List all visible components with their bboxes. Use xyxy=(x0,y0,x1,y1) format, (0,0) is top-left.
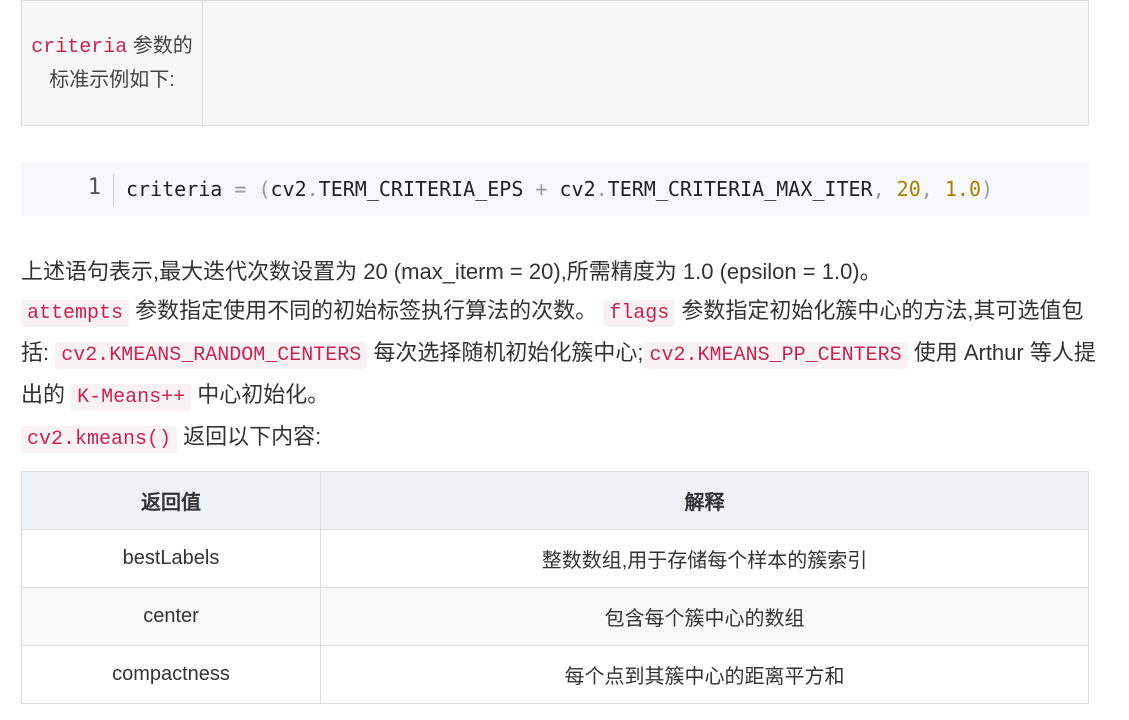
para-text: 参数指定使用不同的初始标签执行算法的次数。 xyxy=(129,298,598,323)
params-cell-empty xyxy=(202,0,1089,126)
table-row: compactness 每个点到其簇中心的距离平方和 xyxy=(21,645,1089,704)
code-token-dot: . xyxy=(595,177,608,201)
inline-code-random-centers: cv2.KMEANS_RANDOM_CENTERS xyxy=(55,342,368,369)
code-token-const: TERM_CRITERIA_EPS xyxy=(318,177,524,201)
code-line[interactable]: criteria = (cv2.TERM_CRITERIA_EPS + cv2.… xyxy=(126,177,993,201)
table-header-row: 返回值 解释 xyxy=(21,471,1089,530)
gutter-separator xyxy=(113,174,114,206)
inline-code-flags: flags xyxy=(603,300,676,327)
table-cell-explanation: 整数数组,用于存储每个样本的簇索引 xyxy=(320,529,1089,588)
code-token-module: cv2 xyxy=(270,177,307,201)
table-cell-return-value: compactness xyxy=(21,645,321,704)
column-header-return-value: 返回值 xyxy=(21,471,321,530)
description-paragraph: 上述语句表示,最大迭代次数设置为 20 (max_iterm = 20),所需精… xyxy=(21,252,1096,459)
table-cell-return-value: center xyxy=(21,587,321,646)
return-values-table: 返回值 解释 bestLabels 整数数组,用于存储每个样本的簇索引 cent… xyxy=(21,471,1089,704)
inline-code-kmeans-pp: K-Means++ xyxy=(71,384,192,411)
column-header-explanation: 解释 xyxy=(320,471,1089,530)
table-cell-explanation: 包含每个簇中心的数组 xyxy=(320,587,1089,646)
code-token-paren: ( xyxy=(258,177,271,201)
code-token-dot: . xyxy=(306,177,319,201)
code-line-number: 1 xyxy=(87,175,101,200)
para-text: 返回以下内容: xyxy=(177,424,322,449)
params-table-row: criteria 参数的标准示例如下: xyxy=(21,0,1089,126)
code-token-paren: ) xyxy=(980,177,994,201)
table-cell-return-value: bestLabels xyxy=(21,529,321,588)
code-token-comma: , xyxy=(920,177,945,201)
code-token-var: criteria xyxy=(126,177,223,201)
para-text: 中心初始化。 xyxy=(191,382,330,407)
table-cell-explanation: 每个点到其簇中心的距离平方和 xyxy=(320,645,1089,704)
para-text: 每次选择随机初始化簇中心; xyxy=(367,340,644,365)
inline-code-kmeans-func: cv2.kmeans() xyxy=(21,426,178,453)
code-token-const: TERM_CRITERIA_MAX_ITER xyxy=(607,177,873,201)
table-row: center 包含每个簇中心的数组 xyxy=(21,587,1089,646)
code-token-comma: , xyxy=(872,177,897,201)
code-token-number: 20 xyxy=(896,177,921,201)
code-token-op: = xyxy=(222,177,259,201)
code-token-op: + xyxy=(523,177,560,201)
code-block: 1 criteria = (cv2.TERM_CRITERIA_EPS + cv… xyxy=(21,162,1089,216)
params-table-tail: criteria 参数的标准示例如下: xyxy=(21,0,1089,126)
params-cell-description: criteria 参数的标准示例如下: xyxy=(21,0,203,126)
inline-code-attempts: attempts xyxy=(21,300,130,327)
inline-code-criteria: criteria xyxy=(31,35,128,59)
inline-code-pp-centers: cv2.KMEANS_PP_CENTERS xyxy=(643,342,908,369)
para-text: 上述语句表示,最大迭代次数设置为 20 (max_iterm = 20),所需精… xyxy=(21,259,882,284)
table-row: bestLabels 整数数组,用于存储每个样本的簇索引 xyxy=(21,529,1089,588)
code-token-module: cv2 xyxy=(559,177,596,201)
code-token-number: 1.0 xyxy=(944,177,981,201)
